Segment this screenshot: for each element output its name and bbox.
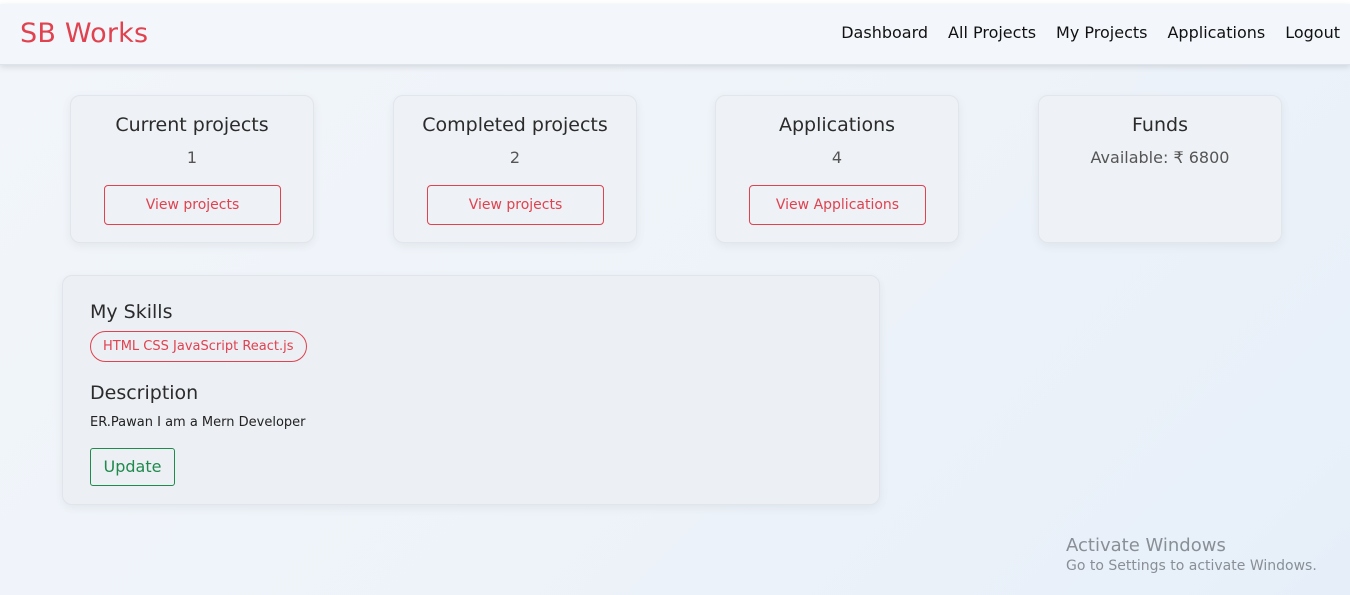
completed-projects-card: Completed projects 2 View projects — [393, 95, 637, 243]
brand-logo[interactable]: SB Works — [20, 18, 148, 49]
nav-link-logout[interactable]: Logout — [1285, 23, 1340, 42]
card-value: 4 — [831, 148, 843, 167]
watermark-title: Activate Windows — [1066, 535, 1226, 556]
card-title: Applications — [778, 114, 896, 136]
nav-link-all-projects[interactable]: All Projects — [948, 23, 1036, 42]
nav-links: Dashboard All Projects My Projects Appli… — [821, 23, 1340, 42]
nav-link-dashboard[interactable]: Dashboard — [841, 23, 928, 42]
view-current-projects-button[interactable]: View projects — [104, 185, 281, 225]
funds-card: Funds Available: ₹ 6800 — [1038, 95, 1282, 243]
nav-link-my-projects[interactable]: My Projects — [1056, 23, 1147, 42]
card-title: Funds — [1132, 114, 1188, 136]
update-button[interactable]: Update — [90, 448, 175, 486]
skills-badge: HTML CSS JavaScript React.js — [90, 331, 307, 362]
description-heading: Description — [90, 382, 199, 404]
card-title: Current projects — [115, 114, 269, 136]
nav-link-applications[interactable]: Applications — [1167, 23, 1265, 42]
funds-available: Available: ₹ 6800 — [1090, 148, 1230, 167]
card-value: 2 — [509, 148, 521, 167]
view-completed-projects-button[interactable]: View projects — [427, 185, 604, 225]
view-applications-button[interactable]: View Applications — [749, 185, 926, 225]
profile-panel: My Skills HTML CSS JavaScript React.js D… — [62, 275, 880, 505]
description-text: ER.Pawan I am a Mern Developer — [90, 415, 306, 430]
navbar: SB Works Dashboard All Projects My Proje… — [0, 4, 1350, 65]
card-title: Completed projects — [422, 114, 608, 136]
watermark-subtitle: Go to Settings to activate Windows. — [1066, 558, 1317, 574]
card-value: 1 — [186, 148, 198, 167]
applications-card: Applications 4 View Applications — [715, 95, 959, 243]
current-projects-card: Current projects 1 View projects — [70, 95, 314, 243]
skills-heading: My Skills — [90, 301, 173, 323]
activate-windows-watermark: Activate Windows Go to Settings to activ… — [1066, 535, 1317, 574]
